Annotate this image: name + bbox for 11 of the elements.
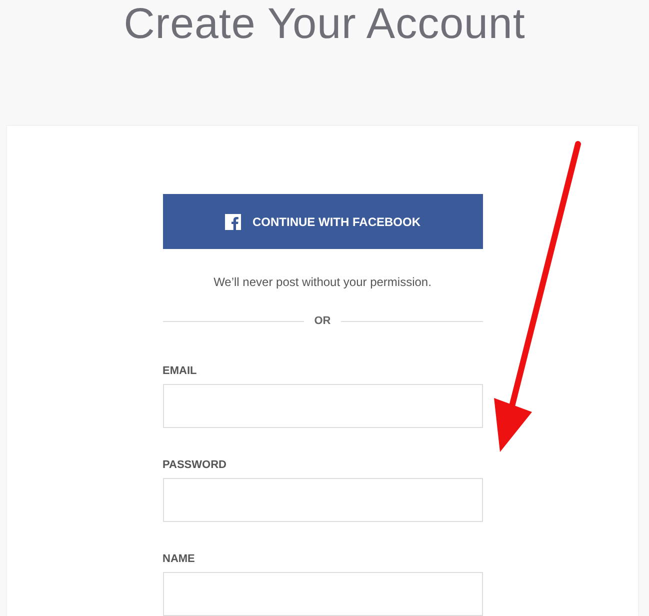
facebook-button[interactable]: CONTINUE WITH FACEBOOK [162, 194, 482, 249]
input-field[interactable] [162, 384, 482, 428]
permission-note: We’ll never post without your permission. [212, 274, 432, 291]
field-label: NAME [162, 552, 196, 566]
page-title: Create Your Account [124, 0, 526, 48]
input-field[interactable] [162, 478, 482, 522]
facebook-icon [224, 214, 240, 230]
divider-label: OR [314, 315, 331, 327]
input-field[interactable] [162, 572, 482, 616]
field-label: PASSWORD [162, 458, 228, 472]
field-label: EMAIL [162, 364, 198, 378]
